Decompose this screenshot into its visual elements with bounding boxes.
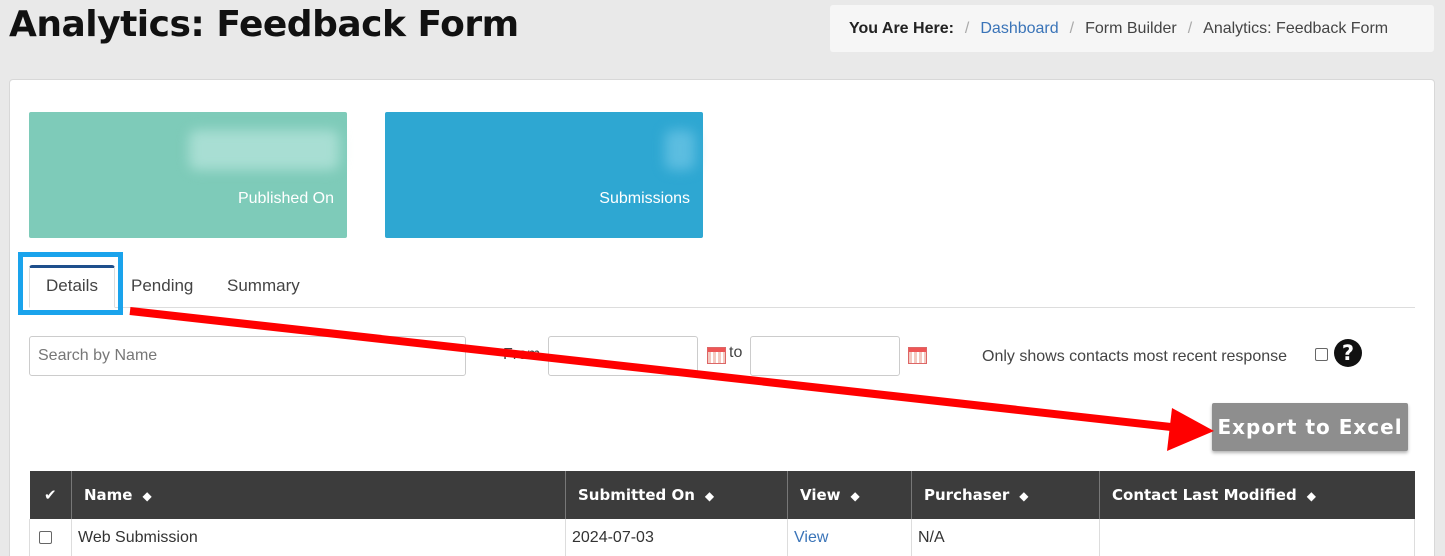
breadcrumb-form-builder: Form Builder	[1085, 19, 1177, 37]
calendar-icon[interactable]	[707, 347, 726, 364]
calendar-icon[interactable]	[908, 347, 927, 364]
row-select-cell	[29, 519, 72, 556]
sort-icon: ◆	[142, 489, 152, 503]
cell-purchaser: N/A	[911, 519, 1100, 556]
breadcrumb-dashboard-link[interactable]: Dashboard	[980, 20, 1058, 38]
question-circle-icon[interactable]: ?	[1334, 339, 1362, 367]
published-on-value-redacted	[189, 130, 339, 170]
recent-response-label: Only shows contacts most recent response	[982, 348, 1288, 365]
to-date-label: to	[729, 344, 743, 361]
column-header-label: Contact Last Modified	[1112, 486, 1297, 504]
submissions-value-redacted	[665, 130, 695, 170]
column-header-submitted-on[interactable]: Submitted On ◆	[565, 471, 788, 519]
breadcrumb-separator: /	[1069, 19, 1075, 37]
view-link[interactable]: View	[794, 529, 828, 546]
published-on-tile: Published On	[29, 112, 347, 238]
breadcrumb: You Are Here: / Dashboard / Form Builder…	[830, 5, 1434, 52]
cell-name: Web Submission	[71, 519, 566, 556]
submissions-table: ✔ Name ◆ Submitted On ◆ View ◆ Purchaser ◆ C…	[29, 471, 1415, 556]
column-header-contact-last-modified[interactable]: Contact Last Modified ◆	[1099, 471, 1415, 519]
export-to-excel-button[interactable]: Export to Excel	[1212, 403, 1408, 451]
breadcrumb-separator: /	[1187, 19, 1193, 37]
sort-icon: ◆	[704, 489, 715, 503]
recent-response-checkbox[interactable]	[1315, 348, 1328, 361]
content-panel: Published On Submissions Details Pending…	[9, 79, 1435, 556]
page-title: Analytics: Feedback Form	[9, 4, 519, 45]
checkmark-icon: ✔	[43, 486, 57, 504]
submissions-caption: Submissions	[599, 190, 690, 207]
from-date-input[interactable]	[548, 336, 698, 376]
row-checkbox[interactable]	[39, 531, 52, 545]
search-by-name-input[interactable]	[29, 336, 466, 376]
cell-contact-last-modified	[1099, 519, 1415, 556]
column-header-purchaser[interactable]: Purchaser ◆	[911, 471, 1100, 519]
table-header-row: ✔ Name ◆ Submitted On ◆ View ◆ Purchaser ◆ C…	[29, 471, 1415, 519]
column-header-name[interactable]: Name ◆	[71, 471, 566, 519]
column-header-label: Name	[84, 486, 133, 504]
published-on-caption: Published On	[237, 190, 334, 207]
sort-icon: ◆	[1306, 489, 1316, 503]
select-all-header[interactable]: ✔	[29, 471, 72, 519]
cell-view: View	[787, 519, 912, 556]
breadcrumb-separator: /	[964, 19, 970, 37]
sort-icon: ◆	[1019, 489, 1029, 503]
column-header-label: Submitted On	[578, 486, 695, 504]
breadcrumb-current: Analytics: Feedback Form	[1203, 19, 1389, 37]
tab-summary[interactable]: Summary	[211, 265, 316, 308]
sort-icon: ◆	[850, 489, 860, 503]
breadcrumb-lead: You Are Here:	[849, 19, 954, 37]
column-header-label: Purchaser	[924, 486, 1010, 504]
tab-bar: Details Pending Summary	[29, 265, 1415, 308]
table-row: Web Submission 2024-07-03 View N/A	[29, 519, 1415, 556]
to-date-input[interactable]	[750, 336, 900, 376]
tab-details[interactable]: Details	[29, 265, 115, 308]
from-date-label: From	[503, 346, 541, 363]
column-header-label: View	[800, 486, 841, 504]
tab-pending[interactable]: Pending	[115, 265, 209, 308]
cell-submitted-on: 2024-07-03	[565, 519, 788, 556]
submissions-tile: Submissions	[385, 112, 703, 238]
column-header-view[interactable]: View ◆	[787, 471, 912, 519]
